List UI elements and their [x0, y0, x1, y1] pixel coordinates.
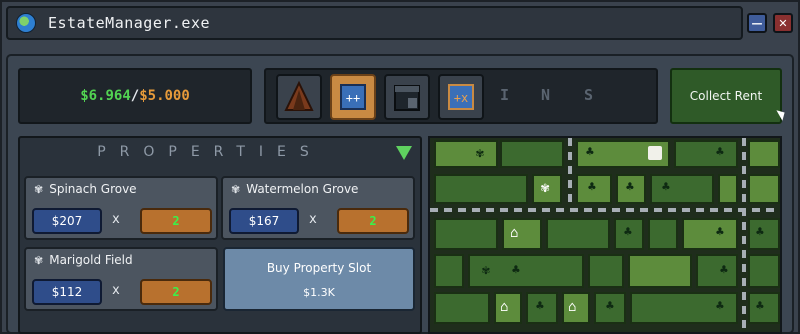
wheat-icon: ✾: [476, 146, 484, 161]
map-plot[interactable]: [748, 174, 780, 204]
tent-tool-button[interactable]: [276, 74, 322, 120]
toolbar-letter-i: I: [500, 86, 510, 104]
money-separator: /: [130, 88, 140, 104]
map-plot[interactable]: [434, 140, 498, 168]
tree-icon: ♣: [606, 299, 614, 314]
property-price: $167: [229, 208, 299, 234]
property-card[interactable]: ✾ Spinach Grove $207 x 2: [24, 176, 218, 240]
properties-heading: PROPERTIES: [97, 144, 323, 160]
buy-slot-label: Buy Property Slot: [266, 261, 372, 275]
map-plot[interactable]: [502, 218, 542, 250]
map-plot[interactable]: [500, 140, 564, 168]
map-plot[interactable]: [434, 218, 498, 250]
dice-icon: [648, 146, 662, 160]
map-plot[interactable]: [434, 292, 490, 324]
wheat-icon: ✾: [482, 263, 490, 278]
svg-text:++: ++: [346, 91, 360, 105]
map-plot[interactable]: [748, 140, 780, 168]
tree-icon: ♣: [716, 145, 724, 160]
filter-triangle-icon[interactable]: [396, 146, 412, 160]
tree-icon: ♣: [586, 145, 594, 160]
map-plot[interactable]: [434, 254, 464, 288]
money-display: $6.964 / $5.000: [18, 68, 252, 124]
property-price: $207: [32, 208, 102, 234]
building-tool-button[interactable]: [384, 74, 430, 120]
property-name: Watermelon Grove: [246, 182, 359, 196]
minimize-button[interactable]: —: [747, 13, 767, 33]
tree-icon: ♣: [716, 225, 724, 240]
multiply-sign: x: [112, 212, 120, 227]
map-plot[interactable]: [588, 254, 624, 288]
plus-plus-icon: ++: [340, 84, 366, 110]
map-plot[interactable]: [696, 254, 738, 288]
tree-icon: ♣: [626, 180, 634, 195]
property-name: Marigold Field: [49, 253, 133, 267]
buy-property-slot-button[interactable]: Buy Property Slot $1.3K: [223, 247, 415, 311]
wheat-icon: ✾: [34, 253, 44, 267]
tree-icon: ♣: [536, 299, 544, 314]
building-icon: [394, 85, 420, 111]
map-plot[interactable]: [648, 218, 678, 250]
multiply-sign: x: [309, 212, 317, 227]
road: [568, 138, 572, 208]
plus-multiply-tool-button[interactable]: +x: [438, 74, 484, 120]
tree-icon: ♣: [756, 299, 764, 314]
wheat-icon: ✾: [231, 182, 241, 196]
map-plot[interactable]: [748, 292, 780, 324]
svg-text:+x: +x: [454, 91, 468, 105]
road: [742, 138, 746, 332]
tree-icon: ♣: [662, 180, 670, 195]
plus-plus-tool-button[interactable]: ++: [330, 74, 376, 120]
property-quantity: 2: [140, 279, 212, 305]
wheat-icon: ✾: [541, 180, 550, 196]
property-card[interactable]: ✾ Marigold Field $112 x 2: [24, 247, 218, 311]
tree-icon: ♣: [756, 225, 764, 240]
toolbar-letter-s: S: [584, 86, 594, 104]
globe-icon: [16, 13, 36, 33]
money-target: $5.000: [139, 88, 190, 104]
road: [430, 208, 780, 212]
map-plot[interactable]: [682, 218, 738, 250]
map-plot[interactable]: [748, 254, 780, 288]
multiply-sign: x: [112, 283, 120, 298]
house-icon: ⌂: [500, 299, 509, 315]
map-plot[interactable]: [718, 174, 738, 204]
wheat-icon: ✾: [34, 182, 44, 196]
property-price: $112: [32, 279, 102, 305]
property-quantity: 2: [337, 208, 409, 234]
money-current: $6.964: [80, 88, 131, 104]
map-plot[interactable]: [546, 218, 610, 250]
plus-multiply-icon: +x: [448, 84, 474, 110]
tent-icon: [284, 80, 314, 111]
window-title: EstateManager.exe: [48, 14, 211, 32]
tree-icon: ♣: [716, 299, 724, 314]
tree-icon: ♣: [624, 225, 632, 240]
toolbar-letter-n: N: [541, 86, 551, 104]
collect-rent-button[interactable]: Collect Rent: [670, 68, 782, 124]
buy-slot-price: $1.3K: [303, 286, 335, 299]
map-plot[interactable]: [628, 254, 692, 288]
house-icon: ⌂: [568, 299, 577, 315]
map-plot[interactable]: [748, 218, 780, 250]
property-name: Spinach Grove: [49, 182, 137, 196]
title-bar[interactable]: EstateManager.exe: [6, 6, 743, 40]
property-quantity: 2: [140, 208, 212, 234]
tree-icon: ♣: [588, 180, 596, 195]
tree-icon: ♣: [720, 263, 728, 278]
tree-icon: ♣: [512, 263, 520, 278]
property-card[interactable]: ✾ Watermelon Grove $167 x 2: [221, 176, 415, 240]
close-button[interactable]: ✕: [773, 13, 793, 33]
estate-map[interactable]: ✾ ♣ ♣ ✾ ♣ ♣ ♣ ⌂ ♣ ♣ ♣ ✾ ♣ ♣ ⌂ ♣ ⌂ ♣ ♣ ♣: [428, 136, 782, 334]
map-plot[interactable]: [650, 174, 714, 204]
house-icon: ⌂: [510, 225, 519, 241]
map-plot[interactable]: [674, 140, 738, 168]
map-plot[interactable]: [434, 174, 528, 204]
